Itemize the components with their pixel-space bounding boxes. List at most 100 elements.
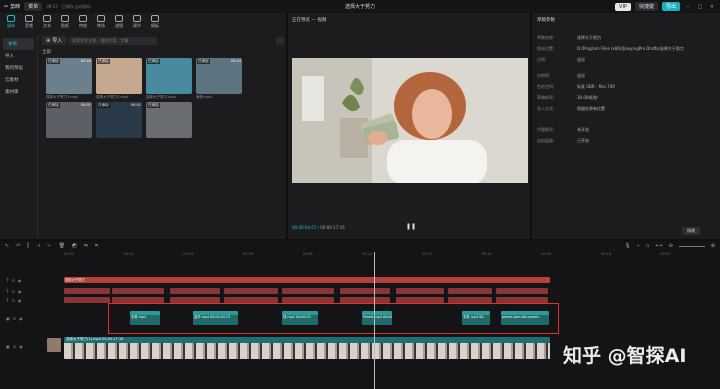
timeline-toolbar: ↖ ↶ ⫿ ⊣ ⊢ 🗑 ◩ ⇋ ⌗ 🎙 ⌁ ∩ ⟷ ⊖ ⊕ [0,241,720,251]
ruler-tick: 00:16 [541,252,552,256]
zoom-in-icon[interactable]: ⊕ [711,243,715,249]
sidebar-item-library[interactable]: 素材库 [0,86,37,98]
preview-axis-icon[interactable]: ⟷ [655,243,662,249]
eye-icon[interactable]: ◉ [19,344,23,349]
sidebar-item-import[interactable]: 导入 [0,50,37,62]
lock-icon[interactable]: ⊡ [13,316,16,321]
subtitle-clip[interactable] [64,288,110,294]
split-right-icon[interactable]: ⊢ [47,243,51,249]
plus-icon: ⊕ [46,37,51,44]
added-badge: 已添加 [147,59,160,64]
added-badge: 已添加 [97,59,110,64]
tab-adjust[interactable]: 调节 [129,13,145,33]
split-icon[interactable]: ⫿ [27,243,29,249]
tab-filter[interactable]: 滤镜 [111,13,127,33]
lock-icon[interactable]: ⊡ [11,289,14,294]
subtitle-clip[interactable] [496,288,548,294]
delete-icon[interactable]: 🗑 [59,243,65,249]
subtitle-clip[interactable] [64,297,110,303]
track-header-overlay: ▣ ⊡ ◉ [6,316,23,321]
search-input[interactable] [69,36,158,45]
grid-view-icon[interactable] [276,36,284,45]
sidebar-item-local[interactable]: 本地 [3,38,34,50]
detail-row: 草稿帧率: 30.00帧/秒 [537,95,598,101]
eye-icon[interactable]: ◉ [19,316,23,321]
cover-thumbnail[interactable] [47,338,61,352]
media-thumbnail[interactable]: 已添加 [146,58,192,94]
subtitle-clip[interactable] [448,288,492,294]
detail-value: 选择大于努力 [577,35,601,40]
media-thumbnail[interactable]: 已添加 [146,102,192,138]
eye-icon[interactable]: ◉ [18,289,22,294]
zoom-slider[interactable] [678,245,705,247]
vip-button[interactable]: VIP [615,2,631,11]
media-thumbnail[interactable]: 已添加 00:01 [46,102,92,138]
subtitle-clip[interactable] [112,288,164,294]
added-badge: 已添加 [97,103,110,108]
text-track-clip[interactable]: 选择大于努力 [64,277,550,283]
subtitle-clip[interactable] [340,288,390,294]
export-button[interactable]: 导出 [661,2,680,11]
tab-sticker[interactable]: 贴纸 [57,13,73,33]
main-video-clip[interactable]: 选择大于努力(1).mp4 00:00:17:16 [64,337,550,359]
playhead[interactable] [374,252,375,389]
split-left-icon[interactable]: ⊣ [36,243,40,249]
tab-effects[interactable]: 特效 [75,13,91,33]
tab-template[interactable]: 模板 [147,13,163,33]
audio-icon [25,15,33,22]
detail-label: 比例: [537,57,547,62]
media-panel [0,13,286,239]
maximize-icon[interactable]: □ [696,4,704,10]
subtitle-clip[interactable] [170,288,220,294]
detail-value: 保留在原有位置 [577,106,605,111]
undo-icon[interactable]: ↶ [16,243,20,249]
lock-icon[interactable]: ⊡ [13,344,16,349]
tab-audio[interactable]: 音频 [21,13,37,33]
mirror-icon[interactable]: ⇋ [84,243,88,249]
duration-label: 00:43 [230,59,241,63]
tab-media[interactable]: 媒体 [3,13,19,33]
effects-icon [79,15,87,22]
detail-row: 代理模式: 未开启 [537,127,589,133]
crop-icon[interactable]: ⌗ [95,243,98,249]
modify-button[interactable]: 修改 [682,227,700,235]
subtitle-clip[interactable] [282,288,334,294]
freeze-icon[interactable]: ◩ [72,243,77,249]
import-button[interactable]: ⊕ 导入 [42,36,67,45]
preview-frame [292,58,528,183]
eye-icon[interactable]: ◉ [18,298,22,303]
lock-icon[interactable]: ⊡ [11,278,14,283]
play-icon[interactable]: ❚❚ [406,223,416,230]
detail-value: 已开启 [577,138,589,143]
close-icon[interactable]: × [708,4,716,10]
app-logo: ✂ 剪映 [4,3,21,11]
detail-label: 导入方式: [537,106,555,111]
media-thumbnail[interactable]: 已添加 00:43 [196,58,242,94]
eye-icon[interactable]: ◉ [18,278,22,283]
link-icon[interactable]: ⌁ [637,243,640,249]
select-tool-icon[interactable]: ↖ [5,243,9,249]
magnet-icon[interactable]: ∩ [646,243,650,249]
minimize-icon[interactable]: – [684,4,692,10]
subtitle-clip[interactable] [396,288,444,294]
media-thumbnail[interactable]: 已添加 00:40 [46,58,92,94]
video-preview[interactable] [292,58,528,183]
sidebar-item-presets[interactable]: 我的预设 [0,62,37,74]
tab-transition[interactable]: 转场 [93,13,109,33]
lock-icon[interactable]: ⊡ [11,298,14,303]
shortcut-button[interactable]: 快捷键 [634,2,658,11]
folder-label: 全部 [42,50,51,55]
subtitle-clip[interactable] [224,288,278,294]
media-thumbnail[interactable]: 已添加 00:01 [96,102,142,138]
tab-text[interactable]: 文本 [39,13,55,33]
total-time: 00:00:17:16 [320,225,345,230]
ruler-tick: 00:10 [362,252,373,256]
selection-highlight-box [108,303,559,334]
mic-icon[interactable]: 🎙 [624,243,630,249]
media-thumbnail[interactable]: 已添加 [96,58,142,94]
sidebar-item-cloud[interactable]: 云素材 [0,74,37,86]
zoom-out-icon[interactable]: ⊖ [669,243,673,249]
menu-button[interactable]: 菜单 [24,2,43,11]
media-filename: 选择大于努力.mp4 [146,95,176,99]
media-filename: 选择大于努力2.mp4 [96,95,129,99]
